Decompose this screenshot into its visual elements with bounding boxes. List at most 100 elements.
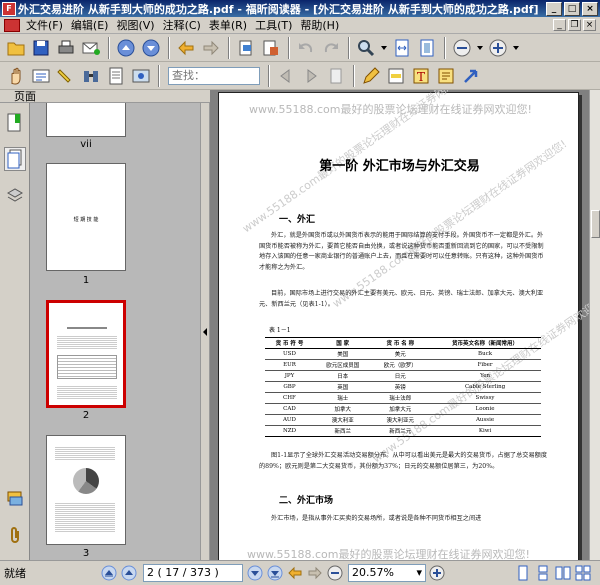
print-button[interactable]: [54, 36, 78, 60]
forward-button[interactable]: [199, 36, 223, 60]
menu-comment[interactable]: 注释(C): [159, 17, 205, 33]
section-heading: 二、外汇市场: [279, 496, 334, 506]
arrow-left-icon: [288, 566, 302, 580]
sidebar-tab-pages[interactable]: [4, 147, 26, 171]
thumbnail-label: 1: [82, 275, 90, 286]
doc-minimize-button[interactable]: _: [553, 19, 566, 31]
menu-help[interactable]: 帮助(H): [296, 17, 343, 33]
insert-page-button[interactable]: [234, 36, 258, 60]
app-icon[interactable]: F: [2, 1, 16, 16]
image-button[interactable]: [129, 64, 153, 88]
facing-page-icon: [555, 566, 571, 580]
next-page-status-button[interactable]: [246, 564, 264, 582]
arrow-up-circle-icon: [121, 565, 137, 581]
maximize-button[interactable]: □: [564, 1, 580, 16]
table-row: CHF 瑞士 瑞士法郎 Swissy: [265, 392, 541, 404]
undo-button[interactable]: [294, 36, 318, 60]
document-view[interactable]: www.55188.com最好的股票论坛理财在线证券网欢迎您! www.5518…: [210, 90, 589, 560]
thumbnail-label: 2: [82, 410, 90, 421]
fit-width-button[interactable]: [390, 36, 414, 60]
minimize-button[interactable]: _: [546, 1, 562, 16]
arrow-down-circle-icon: [247, 565, 263, 581]
facing-view-button[interactable]: [554, 564, 572, 582]
zoom-tool-button[interactable]: [354, 36, 378, 60]
title-bar: F 外汇交易进阶 从新手到大师的成功之路.pdf - 福昕阅读器 - [外汇交易…: [0, 0, 600, 17]
history-forward-button[interactable]: [306, 564, 324, 582]
find-prev-button[interactable]: [274, 64, 298, 88]
page-thumbnail[interactable]: [46, 435, 126, 545]
zoom-dropdown[interactable]: [379, 36, 389, 60]
note-button[interactable]: [359, 64, 383, 88]
menu-file[interactable]: 文件(F): [22, 17, 67, 33]
fit-page-button[interactable]: [415, 36, 439, 60]
save-button[interactable]: [29, 36, 53, 60]
page-thumbnail[interactable]: [46, 103, 126, 137]
sidebar-tab-layers[interactable]: [4, 183, 26, 207]
select-text-button[interactable]: [29, 64, 53, 88]
next-page-button[interactable]: [139, 36, 163, 60]
section-heading: 一、外汇: [279, 215, 316, 225]
close-button[interactable]: ×: [582, 1, 598, 16]
first-page-button[interactable]: [100, 564, 118, 582]
doc-restore-button[interactable]: ❐: [568, 19, 581, 31]
prev-page-status-button[interactable]: [120, 564, 138, 582]
prev-page-button[interactable]: [114, 36, 138, 60]
hand-tool-button[interactable]: [4, 64, 28, 88]
document-icon: [109, 67, 123, 84]
scrollbar-thumb[interactable]: [591, 210, 600, 238]
panel-splitter[interactable]: [200, 103, 210, 560]
sidebar-tab-attachments[interactable]: [4, 523, 26, 547]
page-thumbnail-selected[interactable]: [46, 300, 126, 408]
zoom-out-dropdown[interactable]: [475, 36, 485, 60]
status-bar: 就绪 2 ( 17 / 373 ) 20.57% ▾: [0, 560, 600, 585]
email-icon: [82, 42, 100, 55]
zoom-in-status-button[interactable]: [428, 564, 446, 582]
zoom-out-status-button[interactable]: [326, 564, 344, 582]
email-button[interactable]: [79, 36, 103, 60]
highlight-button[interactable]: [384, 64, 408, 88]
fit-page-icon: [420, 39, 434, 56]
watermark-text: www.55188.com最好的股票论坛理财在线证券网欢迎您!: [249, 103, 532, 116]
sticky-note-button[interactable]: [434, 64, 458, 88]
zoom-out-button[interactable]: [450, 36, 474, 60]
doc-close-button[interactable]: ×: [583, 19, 596, 31]
last-page-button[interactable]: [266, 564, 284, 582]
extract-page-button[interactable]: [259, 36, 283, 60]
zoom-in-button[interactable]: [486, 36, 510, 60]
menu-edit[interactable]: 编辑(E): [67, 17, 113, 33]
menu-form[interactable]: 表单(R): [205, 17, 251, 33]
zoom-in-dropdown[interactable]: [511, 36, 521, 60]
snapshot-button[interactable]: [54, 64, 78, 88]
paragraph: 外汇，就是外国货币或以外国货币表示的能用于国际结算的支付手段。外国货币不一定都是…: [259, 232, 544, 271]
continuous-view-button[interactable]: [534, 564, 552, 582]
back-button[interactable]: [174, 36, 198, 60]
pdf-page[interactable]: www.55188.com最好的股票论坛理财在线证券网欢迎您! www.5518…: [218, 90, 589, 560]
menu-view[interactable]: 视图(V): [112, 17, 158, 33]
sidebar-tab-bookmarks[interactable]: [4, 111, 26, 135]
status-text: 就绪: [4, 567, 26, 580]
typewriter-button[interactable]: T: [409, 64, 433, 88]
zoom-level-field[interactable]: 20.57% ▾: [348, 564, 426, 582]
open-button[interactable]: [4, 36, 28, 60]
find-button[interactable]: [79, 64, 103, 88]
history-back-button[interactable]: [286, 564, 304, 582]
continuous-facing-view-button[interactable]: [574, 564, 592, 582]
document-icon[interactable]: [4, 18, 20, 32]
paragraph: 外汇市场，是指从事外汇买卖的交易场所，或者说是各种不同货币相互之间进: [271, 515, 482, 522]
find-next-button[interactable]: [299, 64, 323, 88]
table-row: CAD 加拿大 加拿大元 Loonie: [265, 403, 541, 415]
find-prev-icon: [280, 68, 290, 83]
menu-tools[interactable]: 工具(T): [251, 17, 296, 33]
search-input[interactable]: [168, 66, 260, 85]
bookmark-button[interactable]: [104, 64, 128, 88]
redo-button[interactable]: [319, 36, 343, 60]
thumbnail-pane[interactable]: vii 短 期 技 能 1 2 3: [30, 103, 200, 560]
page-number-field[interactable]: 2 ( 17 / 373 ): [143, 564, 243, 582]
find-options-button[interactable]: [324, 64, 348, 88]
page-thumbnail[interactable]: 短 期 技 能: [46, 163, 126, 271]
single-page-view-button[interactable]: [514, 564, 532, 582]
arrow-tool-button[interactable]: [459, 64, 483, 88]
vertical-scrollbar[interactable]: [589, 90, 600, 560]
chevron-down-icon: ▾: [416, 566, 422, 579]
sidebar-tab-comments[interactable]: [4, 487, 26, 511]
